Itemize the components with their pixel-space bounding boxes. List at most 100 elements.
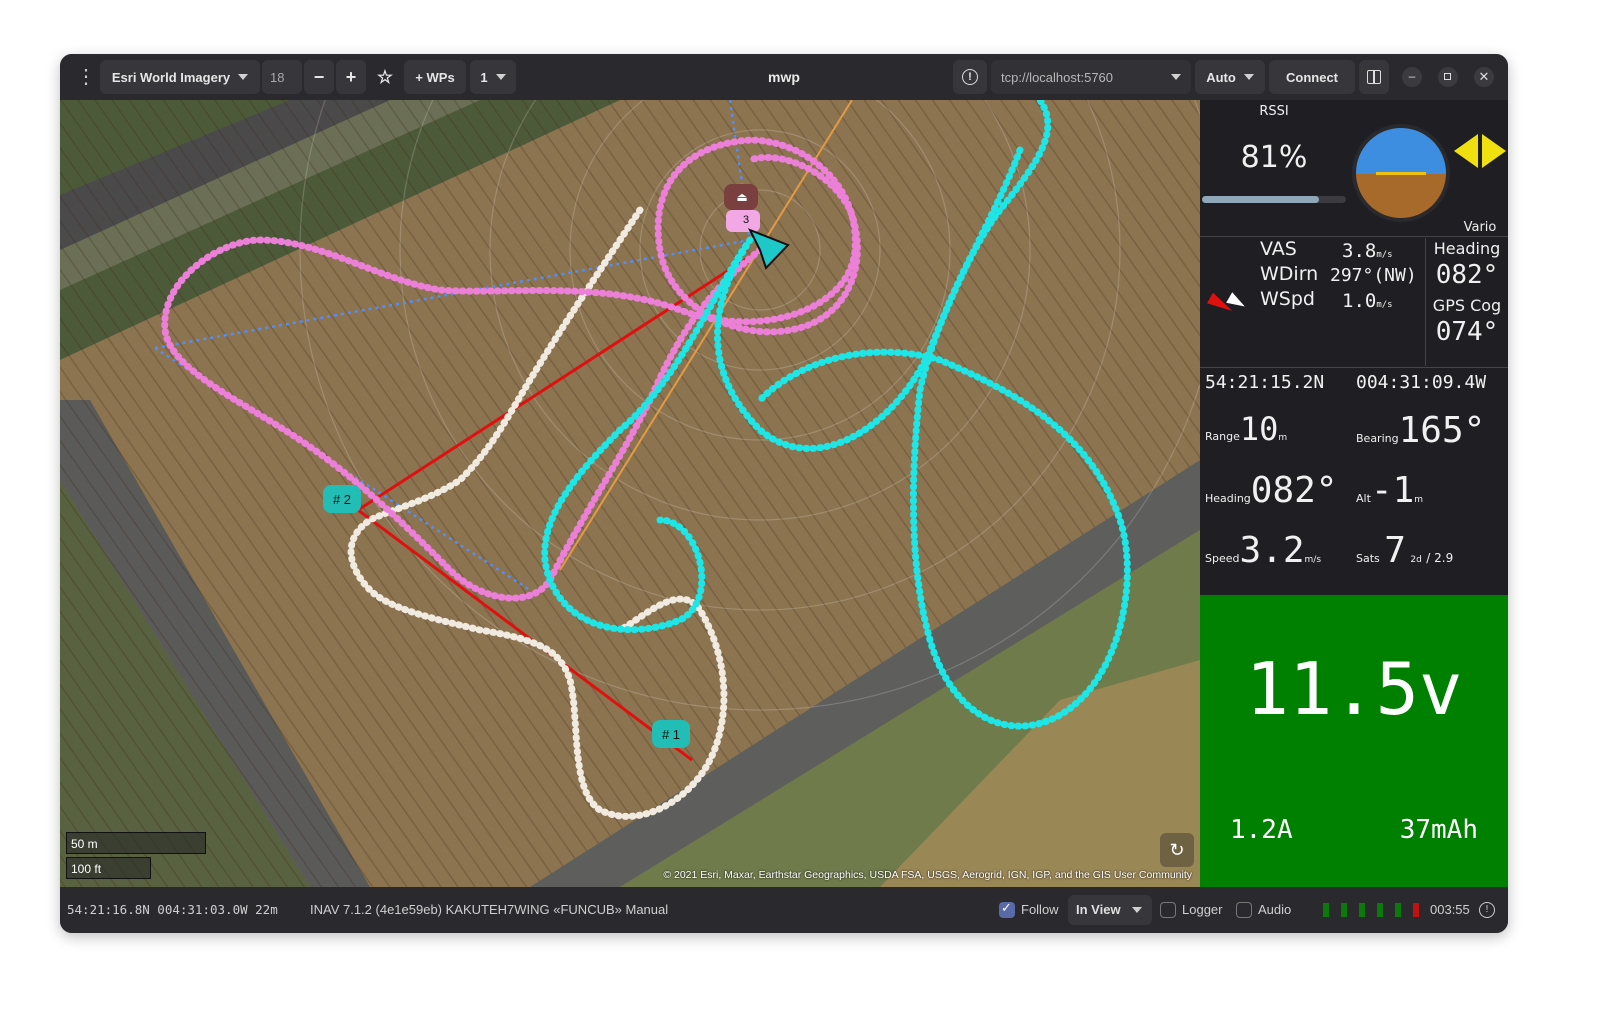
home-marker-icon[interactable]: ⏏ (728, 188, 756, 206)
minus-icon: − (313, 66, 325, 87)
favourite-button[interactable]: ☆ (370, 60, 400, 94)
zoom-level-field[interactable]: 18 (262, 60, 302, 94)
view-mode-dropdown[interactable]: In View (1068, 895, 1152, 925)
vas-unit: m/s (1376, 250, 1393, 260)
divider (1200, 367, 1508, 368)
telemetry-panel: RSSI 81% Vario VAS 3.8m/s WDirn 297°(NW)… (1200, 100, 1508, 887)
waypoint-label: 3 (742, 214, 750, 226)
split-view-icon (1367, 70, 1381, 84)
info-icon[interactable]: ! (1479, 902, 1495, 918)
heading-label: Heading (1433, 239, 1501, 258)
chevron-down-icon (1243, 74, 1254, 80)
range-unit: m (1278, 433, 1288, 443)
bearing-label: Bearing (1356, 432, 1399, 445)
rssi-bar-fill (1202, 196, 1319, 203)
speed-label: Speed (1205, 552, 1240, 565)
cursor-position: 54:21:16.8N 004:31:03.0W 22m (67, 902, 278, 917)
app-window: ⋮ Esri World Imagery 18 − + ☆ + WPs 1 mw… (60, 54, 1508, 933)
audio-label[interactable]: Audio (1258, 887, 1291, 933)
speed-value: 3.2 (1239, 530, 1305, 571)
longitude: 004:31:09.4W (1356, 372, 1487, 393)
audio-checkbox[interactable] (1236, 902, 1252, 918)
check-icon: ✓ (1001, 900, 1012, 915)
wspd-number: 1.0 (1342, 290, 1377, 312)
speed-readout: Speed3.2m/s (1205, 530, 1321, 571)
rssi-value: 81% (1240, 140, 1308, 175)
close-button[interactable]: ✕ (1474, 67, 1494, 87)
range-readout: Range10m (1205, 410, 1287, 448)
latitude: 54:21:15.2N (1205, 372, 1325, 393)
scale-metric-label: 50 m (71, 837, 98, 851)
heading2-value: 082° (1250, 470, 1338, 511)
range-label: Range (1205, 430, 1240, 443)
waypoint-count-dropdown[interactable]: 1 (470, 60, 516, 94)
led-indicator (1413, 903, 1419, 917)
scale-bar-metric: 50 m (66, 832, 206, 854)
logger-label[interactable]: Logger (1182, 887, 1222, 933)
heading-value: 082° (1435, 260, 1499, 290)
close-icon: ✕ (1478, 69, 1490, 84)
refresh-button[interactable]: ↻ (1160, 833, 1194, 867)
add-waypoints-button[interactable]: + WPs (404, 60, 466, 94)
battery-widget: 11.5v 1.2A 37mAh (1200, 595, 1508, 887)
waypoint-marker-1[interactable]: # 1 (652, 720, 690, 748)
follow-label[interactable]: Follow (1021, 887, 1059, 933)
gps-cog-label: GPS Cog (1432, 296, 1502, 315)
waypoint-label: # 2 (332, 491, 352, 507)
alt-label: Alt (1356, 492, 1371, 505)
wspd-value: 1.0m/s (1342, 290, 1393, 312)
led-indicator (1377, 903, 1383, 917)
capacity-value: 37mAh (1399, 815, 1478, 845)
sats-hdop: / 2.9 (1426, 551, 1454, 565)
status-bar: 54:21:16.8N 004:31:03.0W 22m INAV 7.1.2 … (60, 887, 1508, 933)
chevron-down-icon[interactable] (1171, 74, 1181, 80)
menu-icon[interactable]: ⋮ (76, 67, 96, 87)
wind-arrow-icon (1207, 292, 1250, 317)
led-indicator (1359, 903, 1365, 917)
vario-label: Vario (1463, 220, 1497, 235)
bearing-value: 165° (1398, 410, 1486, 451)
layout-toggle-button[interactable] (1359, 60, 1389, 94)
logger-checkbox[interactable] (1160, 902, 1176, 918)
chevron-down-icon (1132, 907, 1142, 913)
maximize-button[interactable] (1438, 67, 1458, 87)
heading2-label: Heading (1205, 492, 1251, 505)
wspd-unit: m/s (1376, 300, 1393, 310)
info-icon: ! (962, 69, 978, 85)
waypoint-marker-2[interactable]: # 2 (323, 485, 361, 513)
zoom-out-button[interactable]: − (304, 60, 334, 94)
header-bar: ⋮ Esri World Imagery 18 − + ☆ + WPs 1 mw… (60, 54, 1508, 100)
waypoint-count-value: 1 (480, 69, 488, 85)
minimize-button[interactable]: – (1402, 67, 1422, 87)
waypoint-label: # 1 (661, 726, 681, 742)
heading-readout: Heading082° (1205, 470, 1337, 511)
voltage-value: 11.5v (1245, 647, 1463, 731)
connect-label: Connect (1286, 69, 1338, 85)
alt-value: -1 (1370, 470, 1415, 511)
map-source-label: Esri World Imagery (111, 69, 231, 85)
device-input[interactable]: tcp://localhost:5760 (1001, 70, 1113, 85)
map-source-dropdown[interactable]: Esri World Imagery (100, 60, 260, 94)
map-view[interactable]: ⏏ 3 # 2 # 1 50 m 100 ft ↻ © 2021 Esri, M… (60, 100, 1200, 887)
wspd-label: WSpd (1260, 288, 1315, 310)
sats-fix: 2d (1410, 555, 1422, 565)
refresh-icon: ↻ (1169, 839, 1185, 860)
speed-value: Auto (1206, 69, 1236, 85)
divider (1200, 236, 1508, 237)
connect-button[interactable]: Connect (1269, 60, 1355, 94)
sats-value: 7 (1384, 530, 1406, 571)
speed-unit: m/s (1304, 555, 1322, 565)
speed-dropdown[interactable]: Auto (1195, 60, 1265, 94)
attitude-indicator-icon (1352, 124, 1450, 222)
sats-readout: Sats 7 2d / 2.9 (1356, 530, 1453, 571)
scale-imperial-label: 100 ft (71, 862, 102, 876)
view-mode-value: In View (1076, 902, 1121, 917)
add-waypoints-label: + WPs (415, 69, 455, 85)
waypoint-marker-3[interactable]: 3 (732, 210, 760, 230)
bearing-readout: Bearing165° (1356, 410, 1485, 451)
device-combo[interactable]: tcp://localhost:5760 (991, 60, 1191, 94)
follow-checkbox[interactable]: ✓ (999, 900, 1015, 918)
info-button[interactable]: ! (953, 60, 987, 94)
zoom-in-button[interactable]: + (336, 60, 366, 94)
chevron-down-icon (238, 74, 249, 80)
